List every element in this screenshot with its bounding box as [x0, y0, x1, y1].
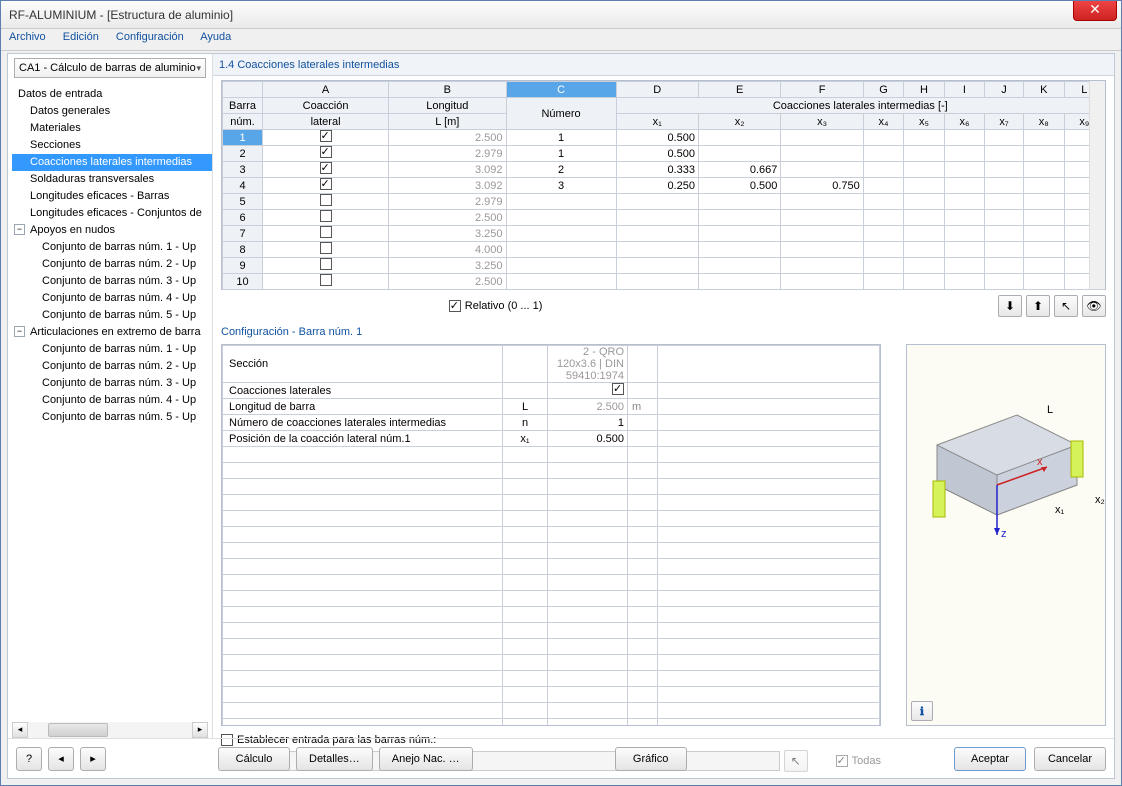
info-button[interactable]: ℹ: [911, 701, 933, 721]
tree-item[interactable]: Longitudes eficaces - Barras: [12, 188, 212, 205]
table-vscroll[interactable]: [1089, 81, 1105, 289]
tree-subitem[interactable]: Conjunto de barras núm. 2 - Up: [12, 358, 212, 375]
svg-text:x₁: x₁: [1055, 504, 1065, 516]
table-row[interactable]: 73.250: [223, 226, 1105, 242]
tree-subitem[interactable]: Conjunto de barras núm. 3 - Up: [12, 273, 212, 290]
help-button[interactable]: ?: [16, 747, 42, 771]
table-row[interactable]: 102.500: [223, 274, 1105, 290]
tree-hscroll[interactable]: ◂ ▸: [12, 722, 208, 738]
menu-configuracion[interactable]: Configuración: [116, 31, 184, 43]
tree-group[interactable]: −Apoyos en nudos: [12, 222, 212, 239]
details-button[interactable]: Detalles…: [296, 747, 373, 771]
calc-button[interactable]: Cálculo: [218, 747, 290, 771]
tree-item[interactable]: Secciones: [12, 137, 212, 154]
table-row[interactable]: 33.09220.3330.667: [223, 162, 1105, 178]
relative-checkbox[interactable]: Relativo (0 ... 1): [449, 300, 543, 312]
app-window: RF-ALUMINIUM - [Estructura de aluminio] …: [0, 0, 1122, 786]
accept-button[interactable]: Aceptar: [954, 747, 1026, 771]
tree-item[interactable]: Longitudes eficaces - Conjuntos de: [12, 205, 212, 222]
tree-subitem[interactable]: Conjunto de barras núm. 1 - Up: [12, 341, 212, 358]
tree-group[interactable]: −Articulaciones en extremo de barra: [12, 324, 212, 341]
collapse-icon[interactable]: −: [14, 326, 25, 337]
next-button[interactable]: ▸: [80, 747, 106, 771]
excel-export-icon[interactable]: ⬇: [998, 295, 1022, 317]
window-title: RF-ALUMINIUM - [Estructura de aluminio]: [9, 8, 233, 22]
right-panel: 1.4 Coacciones laterales intermedias AB …: [213, 54, 1114, 738]
config-table: Sección2 - QRO 120x3.6 | DIN 59410:1974C…: [221, 344, 881, 726]
main-table: AB CD EF GH IJ KL Barra CoacciónLongitud…: [221, 80, 1106, 290]
anejo-button[interactable]: Anejo Nac. …: [379, 747, 473, 771]
left-panel: CA1 - Cálculo de barras de aluminio Dato…: [8, 54, 213, 738]
graphic-panel: x z L x₁ x₂ ℹ: [906, 344, 1106, 726]
checkbox-icon[interactable]: [449, 300, 461, 312]
tree-subitem[interactable]: Conjunto de barras núm. 2 - Up: [12, 256, 212, 273]
graphic-button[interactable]: Gráfico: [615, 747, 687, 771]
menu-ayuda[interactable]: Ayuda: [200, 31, 231, 43]
close-button[interactable]: ✕: [1073, 1, 1117, 21]
table-row[interactable]: 12.50010.500: [223, 130, 1105, 146]
table-row[interactable]: 22.97910.500: [223, 146, 1105, 162]
menubar: Archivo Edición Configuración Ayuda: [1, 29, 1121, 51]
view-icon[interactable]: 👁: [1082, 295, 1106, 317]
scroll-right-icon[interactable]: ▸: [192, 722, 208, 738]
excel-import-icon[interactable]: ⬆: [1026, 295, 1050, 317]
table-row[interactable]: 43.09230.2500.5000.750: [223, 178, 1105, 194]
tree-item[interactable]: Soldaduras transversales: [12, 171, 212, 188]
tree: Datos de entrada Datos generales Materia…: [8, 82, 212, 426]
footer: ? ◂ ▸ Cálculo Detalles… Anejo Nac. … Grá…: [8, 738, 1114, 778]
tree-item[interactable]: Materiales: [12, 120, 212, 137]
prev-button[interactable]: ◂: [48, 747, 74, 771]
tree-item[interactable]: Datos generales: [12, 103, 212, 120]
svg-text:x: x: [1037, 456, 1043, 468]
cancel-button[interactable]: Cancelar: [1034, 747, 1106, 771]
svg-text:z: z: [1001, 528, 1007, 540]
collapse-icon[interactable]: −: [14, 224, 25, 235]
below-table: Relativo (0 ... 1) ⬇ ⬆ ↖ 👁: [221, 294, 1106, 318]
section-diagram: x z L x₁ x₂: [907, 345, 1107, 585]
menu-archivo[interactable]: Archivo: [9, 31, 46, 43]
tree-subitem[interactable]: Conjunto de barras núm. 4 - Up: [12, 290, 212, 307]
tree-subitem[interactable]: Conjunto de barras núm. 3 - Up: [12, 375, 212, 392]
titlebar: RF-ALUMINIUM - [Estructura de aluminio] …: [1, 1, 1121, 29]
tree-root[interactable]: Datos de entrada: [12, 86, 212, 103]
tree-subitem[interactable]: Conjunto de barras núm. 4 - Up: [12, 392, 212, 409]
section-header: 1.4 Coacciones laterales intermedias: [213, 54, 1114, 76]
tree-item-selected[interactable]: Coacciones laterales intermedias: [12, 154, 212, 171]
svg-text:x₂: x₂: [1095, 494, 1105, 506]
table-row[interactable]: 52.979: [223, 194, 1105, 210]
body: CA1 - Cálculo de barras de aluminio Dato…: [7, 53, 1115, 779]
table-row[interactable]: 62.500: [223, 210, 1105, 226]
tree-subitem[interactable]: Conjunto de barras núm. 5 - Up: [12, 409, 212, 426]
col-letter-row: AB CD EF GH IJ KL: [223, 82, 1105, 98]
tree-subitem[interactable]: Conjunto de barras núm. 5 - Up: [12, 307, 212, 324]
loadcase-combo[interactable]: CA1 - Cálculo de barras de aluminio: [14, 58, 206, 78]
config-title: Configuración - Barra núm. 1: [221, 326, 362, 338]
pick-icon[interactable]: ↖: [1054, 295, 1078, 317]
menu-edicion[interactable]: Edición: [63, 31, 99, 43]
scroll-thumb[interactable]: [48, 723, 108, 737]
tree-subitem[interactable]: Conjunto de barras núm. 1 - Up: [12, 239, 212, 256]
table-row[interactable]: 84.000: [223, 242, 1105, 258]
scroll-left-icon[interactable]: ◂: [12, 722, 28, 738]
table-row[interactable]: 93.250: [223, 258, 1105, 274]
svg-text:L: L: [1047, 404, 1053, 416]
